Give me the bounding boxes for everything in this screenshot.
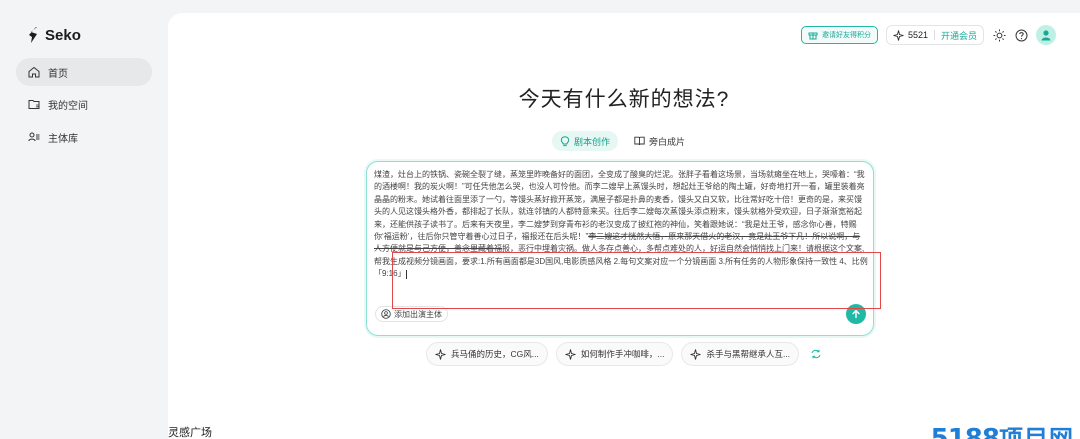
invite-friends-button[interactable]: 邀请好友得积分 bbox=[800, 26, 878, 44]
page-title: 今天有什么新的想法? bbox=[518, 88, 730, 111]
suggestion-chips: 兵马俑的历史，CG风... 如何制作手冲咖啡，... 杀手与黑帮继承人互... bbox=[426, 342, 823, 366]
sidebar-item-label: 主体库 bbox=[48, 133, 78, 145]
suggestion-label: 兵马俑的历史，CG风... bbox=[451, 349, 539, 359]
suggestion-chip[interactable]: 如何制作手冲咖啡，... bbox=[555, 342, 674, 366]
sidebar-item-subject-library[interactable]: 主体库 bbox=[16, 123, 152, 151]
sparkle-icon bbox=[435, 348, 446, 360]
theme-toggle-button[interactable] bbox=[992, 28, 1006, 42]
tab-narration-video[interactable]: 旁白成片 bbox=[626, 131, 693, 151]
add-subject-label: 添加出演主体 bbox=[394, 309, 442, 319]
user-avatar[interactable] bbox=[1036, 25, 1056, 45]
watermark-number: 5188 bbox=[930, 424, 1000, 439]
sidebar: Seko 首页 我的空间 主体库 bbox=[0, 0, 165, 439]
inspiration-gallery-title: 灵感广场 bbox=[168, 427, 212, 439]
points-value: 5521 bbox=[907, 30, 928, 40]
tab-label: 旁白成片 bbox=[649, 136, 686, 147]
add-person-icon bbox=[381, 309, 391, 319]
book-icon bbox=[634, 136, 645, 146]
app-logo[interactable]: Seko bbox=[28, 26, 81, 44]
points-box: 5521 开通会员 bbox=[885, 25, 984, 45]
help-icon bbox=[1015, 29, 1027, 41]
sparkle-icon bbox=[893, 29, 904, 41]
help-button[interactable] bbox=[1014, 28, 1028, 42]
lightbulb-icon bbox=[560, 135, 570, 146]
tab-script-creation[interactable]: 剧本创作 bbox=[552, 131, 619, 151]
app-name: Seko bbox=[45, 26, 81, 44]
add-subject-button[interactable]: 添加出演主体 bbox=[375, 306, 448, 322]
sidebar-item-my-space[interactable]: 我的空间 bbox=[16, 90, 152, 118]
gift-icon bbox=[808, 32, 818, 39]
sidebar-item-label: 我的空间 bbox=[48, 100, 88, 112]
prompt-text-main: 煤渣，灶台上的铁锅、瓷碗全裂了缝，蒸笼里昨晚备好的面团，全变成了酸臭的烂泥。张胖… bbox=[374, 170, 865, 242]
tab-label: 剧本创作 bbox=[574, 136, 611, 147]
watermark-text: 项目网 bbox=[999, 425, 1074, 439]
sidebar-item-label: 首页 bbox=[48, 68, 68, 80]
folder-icon bbox=[28, 100, 40, 109]
seko-logo-icon bbox=[29, 27, 37, 43]
suggestion-label: 杀手与黑帮继承人互... bbox=[706, 349, 791, 359]
watermark-logo: 5188 项目网 bbox=[931, 419, 1074, 439]
sun-icon bbox=[993, 29, 1005, 41]
user-icon bbox=[1041, 30, 1051, 41]
mode-tabs: 剧本创作 旁白成片 bbox=[552, 131, 693, 151]
text-caret bbox=[405, 269, 407, 279]
top-bar: 邀请好友得积分 5521 开通会员 bbox=[800, 25, 1056, 45]
people-library-icon bbox=[28, 132, 40, 142]
sparkle-icon bbox=[690, 348, 702, 360]
refresh-suggestions-icon[interactable] bbox=[809, 347, 823, 361]
suggestion-chip[interactable]: 兵马俑的历史，CG风... bbox=[426, 342, 548, 366]
invite-label: 邀请好友得积分 bbox=[821, 32, 871, 39]
suggestion-chip[interactable]: 杀手与黑帮继承人互... bbox=[681, 342, 800, 366]
divider bbox=[933, 30, 935, 40]
arrow-up-icon bbox=[852, 309, 860, 319]
prompt-textarea[interactable]: 煤渣，灶台上的铁锅、瓷碗全裂了缝，蒸笼里昨晚备好的面团，全变成了酸臭的烂泥。张胖… bbox=[374, 169, 868, 281]
suggestion-label: 如何制作手冲咖啡，... bbox=[580, 349, 665, 359]
prompt-input-card[interactable]: 煤渣，灶台上的铁锅、瓷碗全裂了缝，蒸笼里昨晚备好的面团，全变成了酸臭的烂泥。张胖… bbox=[366, 161, 874, 336]
sidebar-item-home[interactable]: 首页 bbox=[16, 58, 152, 86]
sparkle-icon bbox=[565, 348, 576, 360]
main-panel: 邀请好友得积分 5521 开通会员 今天有什么新的想法? 剧本创作 旁白成片 煤… bbox=[168, 13, 1080, 439]
open-membership-link[interactable]: 开通会员 bbox=[941, 29, 977, 42]
send-button[interactable] bbox=[846, 304, 866, 324]
home-icon bbox=[28, 66, 40, 78]
